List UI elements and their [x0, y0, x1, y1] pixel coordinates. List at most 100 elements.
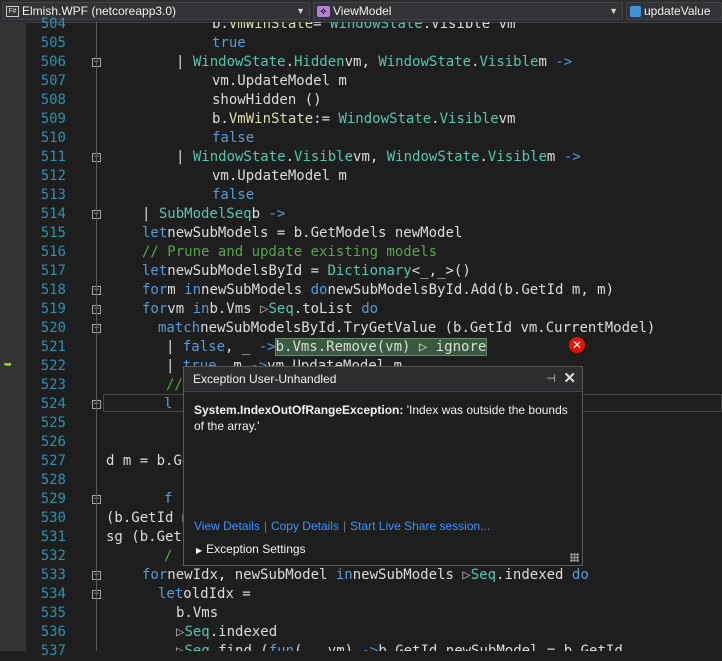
code-token: WindowState — [386, 149, 480, 165]
code-token: -> — [563, 149, 581, 165]
code-line[interactable]: vm.UpdateModel m — [212, 167, 347, 186]
line-number: 520 — [40, 320, 66, 336]
line-number: 537 — [40, 643, 66, 659]
code-line[interactable]: b.VmWinState:= WindowState.Visiblevm — [212, 110, 515, 129]
line-number: 536 — [40, 624, 66, 640]
code-line[interactable]: letnewSubModelsById = Dictionary<_,_>() — [142, 262, 471, 281]
code-line[interactable]: | SubModelSeqb -> — [142, 205, 285, 224]
code-token: m — [167, 282, 185, 298]
code-token: f — [164, 491, 173, 507]
code-token: WindowState — [192, 54, 286, 70]
pin-icon[interactable]: ⊣ — [546, 367, 556, 391]
code-token: (_, vm) — [294, 643, 362, 651]
code-token: .find ( — [209, 643, 269, 651]
code-line[interactable]: letnewSubModels = b.GetModels newModel — [142, 224, 462, 243]
code-line[interactable]: form innewSubModels donewSubModelsById.A… — [142, 281, 614, 300]
code-line[interactable]: forvm inb.Vms ▷Seq.toList do — [142, 300, 378, 319]
code-line[interactable]: l — [164, 395, 172, 414]
code-token: fun — [268, 643, 295, 651]
copy-details-link[interactable]: Copy Details — [271, 519, 339, 533]
line-number: 515 — [40, 225, 66, 241]
code-token: in — [192, 301, 210, 317]
close-icon[interactable]: ✕ — [563, 367, 576, 391]
project-icon: F# — [6, 5, 19, 17]
code-token: WindowState — [330, 22, 423, 32]
code-token: Seq — [184, 643, 210, 651]
code-line[interactable]: letoldIdx = — [158, 585, 251, 604]
exception-settings-expander[interactable]: ▶ Exception Settings — [196, 542, 306, 556]
code-token: newSubModels — [201, 282, 311, 298]
indicator-margin[interactable]: ➥ — [0, 22, 26, 651]
code-line[interactable]: fornewIdx, newSubModel innewSubModels ▷S… — [142, 566, 589, 585]
line-number: 535 — [40, 605, 66, 621]
expand-triangle-icon: ▶ — [196, 546, 203, 555]
code-token: -> — [258, 339, 276, 355]
code-line[interactable]: / — [164, 547, 172, 566]
line-number-margin: 504 505 506 507 508 509 510 511 512 513 514 515 516 5… — [26, 16, 66, 659]
code-token: | — [166, 358, 183, 374]
code-token: | — [176, 149, 193, 165]
code-token: Visible — [439, 111, 499, 127]
line-number: 518 — [40, 282, 66, 298]
code-line[interactable]: vm.UpdateModel m — [212, 72, 347, 91]
code-token: let — [142, 225, 168, 241]
line-number: 532 — [40, 548, 66, 564]
line-number: 531 — [40, 529, 66, 545]
code-token: l — [164, 396, 173, 412]
code-line[interactable]: | false, _ ->b.Vms.Remove(vm) ▷ ignore — [166, 338, 488, 357]
line-number: 528 — [40, 472, 66, 488]
code-line[interactable]: true — [212, 34, 246, 53]
code-line[interactable]: showHidden () — [212, 91, 322, 110]
code-token: . — [285, 149, 295, 165]
code-token: .indexed — [209, 624, 278, 640]
code-line[interactable]: // Prune and update existing models — [142, 243, 437, 262]
type-dropdown[interactable]: ⟡ ViewModel ▼ — [313, 2, 623, 20]
code-token: in — [184, 282, 202, 298]
code-token: for — [142, 301, 168, 317]
live-share-link[interactable]: Start Live Share session... — [350, 519, 490, 533]
code-token: b.GetId newSubModel = b.GetId — [378, 643, 623, 651]
line-number: 506 — [40, 54, 66, 70]
code-line[interactable]: matchnewSubModelsById.TryGetValue (b.Get… — [158, 319, 655, 338]
line-number: 512 — [40, 168, 66, 184]
code-line[interactable]: false — [212, 186, 254, 205]
popup-links: View Details | Copy Details | Start Live Sha… — [194, 519, 490, 533]
code-line[interactable]: | WindowState.Hiddenvm, WindowState.Visi… — [176, 53, 572, 72]
view-details-link[interactable]: View Details — [194, 519, 260, 533]
code-line[interactable]: ▷Seq.find (fun(_, vm) ->b.GetId newSubMo… — [176, 642, 623, 651]
error-icon[interactable]: ✕ — [569, 337, 585, 353]
code-token: newSubModels — [352, 567, 463, 583]
code-token: m — [538, 54, 556, 70]
popup-header: Exception User-Unhandled ⊣ ✕ — [184, 367, 582, 392]
code-token: SubModelSeq — [158, 206, 252, 222]
code-line[interactable]: false — [212, 129, 254, 148]
code-line[interactable]: | WindowState.Visiblevm, WindowState.Vis… — [176, 148, 581, 167]
code-token: Visible — [487, 149, 547, 165]
code-token: false — [182, 339, 226, 355]
line-number: 522 — [40, 358, 66, 374]
outline-guide — [96, 22, 97, 651]
member-dropdown-label: updateValue — [644, 4, 711, 18]
line-number: 509 — [40, 111, 66, 127]
code-line[interactable]: ▷Seq.indexed — [176, 623, 277, 642]
line-number: 529 — [40, 491, 66, 507]
resize-grip-icon[interactable] — [570, 553, 579, 562]
code-token: oldIdx = — [183, 586, 251, 602]
code-line[interactable]: b.Vms — [176, 604, 218, 623]
code-token: VmWinState — [228, 22, 314, 32]
code-line[interactable]: f — [164, 490, 172, 509]
member-dropdown[interactable]: updateValue — [626, 2, 722, 20]
type-icon: ⟡ — [317, 5, 330, 17]
code-line[interactable]: b.VmWinState= WindowState.Visible vm — [212, 22, 515, 34]
code-token: | — [166, 339, 183, 355]
code-token: / — [164, 548, 173, 564]
code-token: WindowState — [192, 149, 286, 165]
line-number: 526 — [40, 434, 66, 450]
code-token: Visible — [294, 149, 354, 165]
code-token: newSubModels = b.GetModels newModel — [167, 225, 463, 241]
member-icon — [630, 5, 641, 17]
code-token: WindowState — [338, 111, 432, 127]
exception-settings-label: Exception Settings — [206, 542, 306, 556]
code-token: ▷ — [462, 567, 471, 583]
line-number: 505 — [40, 35, 66, 51]
